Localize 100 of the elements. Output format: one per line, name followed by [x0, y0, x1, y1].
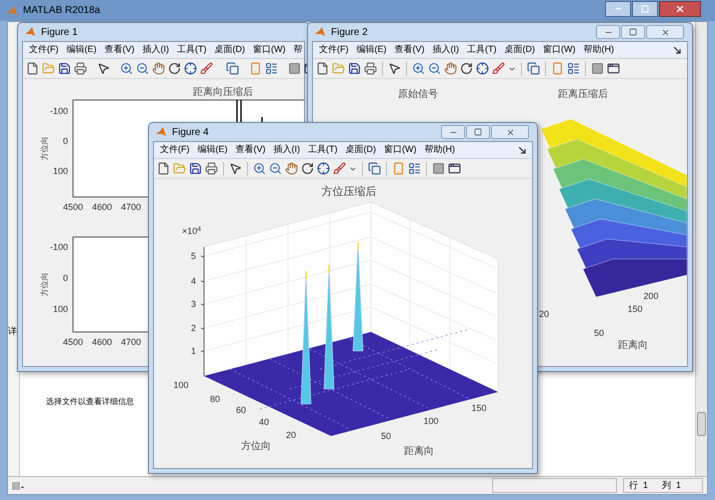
y-tick-label: 100 [173, 380, 189, 390]
pointer-icon[interactable] [388, 62, 401, 75]
zoom-in-icon[interactable] [253, 162, 266, 175]
menu-item[interactable]: 插入(I) [274, 143, 300, 157]
y-tick-label: 60 [236, 405, 246, 415]
maximize-button[interactable] [621, 25, 645, 39]
column-indicator: 列 1 [662, 478, 682, 492]
menu-item[interactable]: 帮助(H) [424, 143, 455, 157]
rotate-icon[interactable] [460, 62, 473, 75]
close-button[interactable] [659, 0, 701, 16]
close-icon [660, 28, 670, 36]
colorbar-icon[interactable] [392, 162, 405, 175]
save-icon[interactable] [58, 62, 71, 75]
menu-item[interactable]: 帮 [294, 43, 302, 57]
menu-item[interactable]: 编辑(E) [66, 43, 96, 57]
menu-item[interactable]: 窗口(W) [543, 43, 576, 57]
menu-item[interactable]: 帮助(H) [584, 43, 614, 57]
x-axis-label: 距离向 [404, 446, 434, 457]
menu-item[interactable]: 编辑(E) [198, 143, 228, 157]
hand-icon[interactable] [152, 62, 165, 75]
square-icon[interactable] [432, 162, 445, 175]
minimize-button[interactable] [605, 0, 631, 16]
close-icon [675, 4, 685, 14]
y-tick-label: 0 [62, 273, 68, 283]
pointer-icon[interactable] [97, 62, 110, 75]
zoom-out-icon[interactable] [269, 162, 282, 175]
new-file-icon[interactable] [316, 62, 329, 75]
menu-item[interactable]: 查看(V) [104, 43, 134, 57]
tick-label: 150 [627, 304, 643, 314]
y-axis-label: 方位向 [40, 272, 49, 296]
y-tick-label: 20 [286, 430, 296, 440]
menu-item[interactable]: 工具(T) [177, 43, 206, 57]
hand-icon[interactable] [444, 62, 457, 75]
menu-item[interactable]: 窗口(W) [253, 43, 286, 57]
new-file-icon[interactable] [157, 162, 170, 175]
tick-label: 200 [643, 291, 659, 301]
dock-arrow-icon[interactable] [519, 146, 526, 154]
menu-item[interactable]: 桌面(D) [214, 43, 245, 57]
x-tick-label: 4500 [62, 202, 84, 212]
y-tick-label: 80 [210, 394, 220, 404]
panel-label: 详 [8, 327, 18, 336]
brush-icon[interactable] [200, 62, 213, 75]
zoom-out-icon[interactable] [428, 62, 441, 75]
crosshair-icon[interactable] [317, 162, 330, 175]
scrollbar[interactable] [695, 22, 707, 476]
x-tick-label: 4600 [92, 202, 112, 212]
copy-icon[interactable] [527, 62, 540, 75]
y-tick-label: 100 [52, 304, 68, 314]
hand-icon[interactable] [285, 162, 298, 175]
printer-icon[interactable] [364, 62, 377, 75]
window-title: Figure 4 [172, 126, 209, 140]
brush-icon[interactable] [492, 62, 505, 75]
x-tick-label: 100 [423, 416, 439, 426]
legend-icon[interactable] [265, 62, 278, 75]
menu-item[interactable]: 编辑(E) [356, 43, 386, 57]
save-icon[interactable] [189, 162, 202, 175]
menu-item[interactable]: 桌面(D) [346, 143, 376, 157]
plot-title: 方位压缩后 [322, 186, 376, 198]
menu-item[interactable]: 文件(F) [29, 43, 58, 57]
colorbar-icon[interactable] [249, 62, 262, 75]
crosshair-icon[interactable] [184, 62, 197, 75]
rotate-icon[interactable] [301, 162, 314, 175]
x-tick-label: 4600 [92, 337, 112, 347]
grip-icon[interactable] [12, 480, 24, 490]
menu-item[interactable]: 工具(T) [308, 143, 338, 157]
menu-item[interactable]: 文件(F) [160, 143, 190, 157]
square-icon[interactable] [591, 62, 604, 75]
copy-icon[interactable] [226, 62, 239, 75]
legend-icon[interactable] [567, 62, 580, 75]
colorbar-icon[interactable] [551, 62, 564, 75]
brush-icon[interactable] [333, 162, 346, 175]
printer-icon[interactable] [74, 62, 87, 75]
menu-item[interactable]: 插入(I) [432, 43, 459, 57]
zoom-in-icon[interactable] [412, 62, 425, 75]
crosshair-icon[interactable] [476, 62, 489, 75]
maximize-button[interactable] [466, 125, 490, 139]
maximize-icon [629, 28, 637, 36]
y-tick-label: 40 [259, 417, 269, 427]
window-title: Figure 1 [41, 26, 78, 40]
x-tick-label: 4700 [120, 202, 142, 212]
maximize-button[interactable] [632, 0, 658, 16]
menu-item[interactable]: 查看(V) [394, 43, 424, 57]
zoom-in-icon[interactable] [120, 62, 133, 75]
menu-item[interactable]: 插入(I) [142, 43, 169, 57]
menu-item[interactable]: 工具(T) [467, 43, 496, 57]
new-file-icon[interactable] [26, 62, 39, 75]
tick-label: 20 [539, 309, 549, 319]
legend-icon[interactable] [408, 162, 421, 175]
copy-icon[interactable] [368, 162, 381, 175]
square-icon[interactable] [288, 62, 301, 75]
menu-item[interactable]: 桌面(D) [504, 43, 535, 57]
menu-item[interactable]: 文件(F) [319, 43, 348, 57]
printer-icon[interactable] [205, 162, 218, 175]
zoom-out-icon[interactable] [136, 62, 149, 75]
dock-arrow-icon[interactable] [674, 46, 681, 54]
rotate-icon[interactable] [168, 62, 181, 75]
menu-item[interactable]: 查看(V) [236, 143, 266, 157]
menu-item[interactable]: 窗口(W) [384, 143, 416, 157]
pointer-icon[interactable] [229, 162, 242, 175]
save-icon[interactable] [348, 62, 361, 75]
